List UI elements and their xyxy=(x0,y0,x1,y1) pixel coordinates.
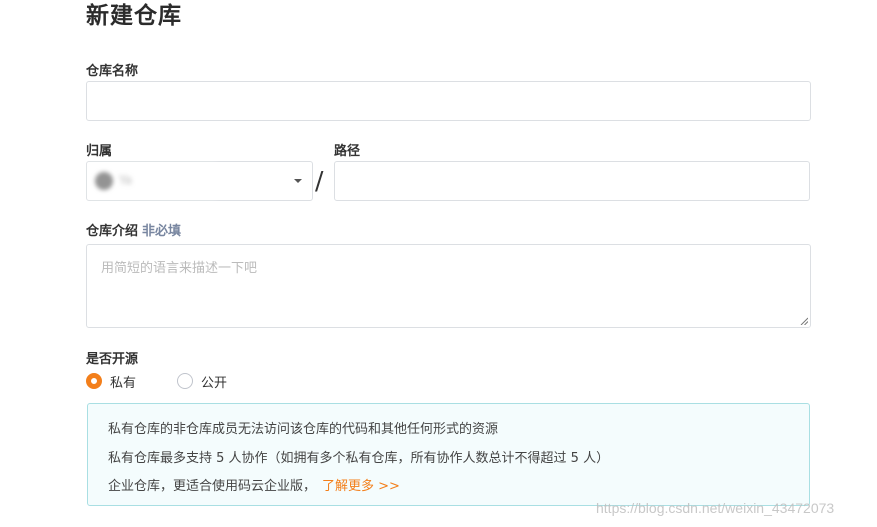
visibility-info-box: 私有仓库的非仓库成员无法访问该仓库的代码和其他任何形式的资源 私有仓库最多支持 … xyxy=(87,403,810,506)
watermark: https://blog.csdn.net/weixin_43472073 xyxy=(596,500,835,516)
page-title: 新建仓库 xyxy=(86,3,182,29)
description-textarea[interactable]: 用简短的语言来描述一下吧 xyxy=(86,244,811,328)
owner-label: 归属 xyxy=(86,144,113,159)
info-line-2: 私有仓库最多支持 5 人协作（如拥有多个私有仓库，所有协作人数总计不得超过 5 … xyxy=(108,451,610,466)
owner-select[interactable]: Ya xyxy=(86,161,313,201)
description-placeholder: 用简短的语言来描述一下吧 xyxy=(101,261,258,276)
optional-hint: 非必填 xyxy=(142,224,182,239)
description-label: 仓库介绍 非必填 xyxy=(86,220,181,239)
radio-checked-icon[interactable] xyxy=(86,373,102,389)
learn-more-link[interactable]: 了解更多 >> xyxy=(322,479,400,494)
radio-public[interactable]: 公开 xyxy=(177,372,228,391)
radio-public-label: 公开 xyxy=(201,375,228,391)
resize-handle-icon[interactable] xyxy=(800,317,808,325)
owner-redaction xyxy=(87,162,217,200)
repo-name-input[interactable] xyxy=(86,81,811,121)
description-label-text: 仓库介绍 xyxy=(86,224,139,239)
info-line-3-text: 企业仓库，更适合使用码云企业版， xyxy=(108,479,317,494)
info-line-3: 企业仓库，更适合使用码云企业版， 了解更多 >> xyxy=(108,475,400,494)
info-line-1: 私有仓库的非仓库成员无法访问该仓库的代码和其他任何形式的资源 xyxy=(108,422,499,437)
open-source-label: 是否开源 xyxy=(86,352,139,367)
caret-down-icon[interactable] xyxy=(294,179,302,183)
radio-private-label: 私有 xyxy=(110,375,137,391)
radio-private[interactable]: 私有 xyxy=(86,372,137,391)
path-input[interactable] xyxy=(334,161,810,201)
repo-name-label: 仓库名称 xyxy=(86,64,139,79)
radio-unchecked-icon[interactable] xyxy=(177,373,193,389)
path-label: 路径 xyxy=(334,144,361,159)
path-separator: / xyxy=(315,166,324,195)
